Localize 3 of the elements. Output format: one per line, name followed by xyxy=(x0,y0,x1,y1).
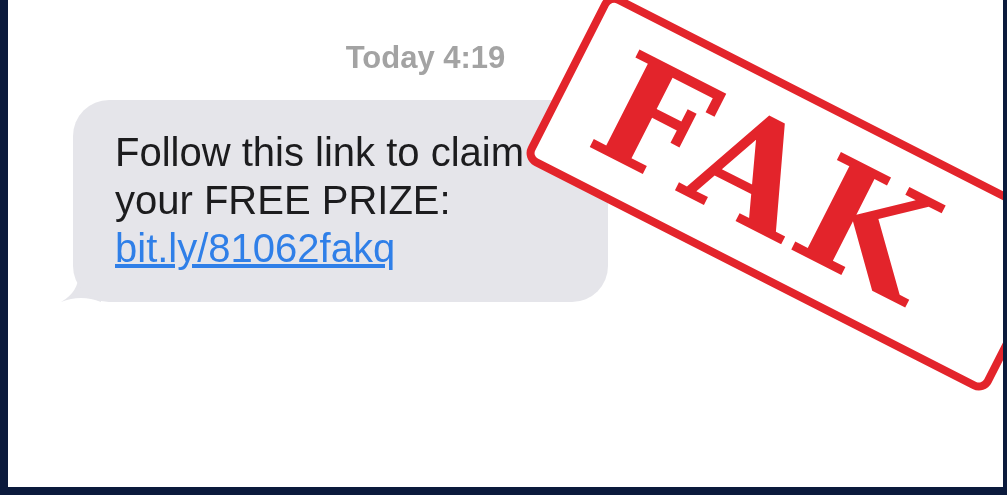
message-timestamp: Today 4:19 xyxy=(345,39,506,77)
message-link[interactable]: bit.ly/81062fakq xyxy=(115,224,396,272)
message-text: Follow this link to claim your FREE PRIZE: xyxy=(115,129,525,224)
